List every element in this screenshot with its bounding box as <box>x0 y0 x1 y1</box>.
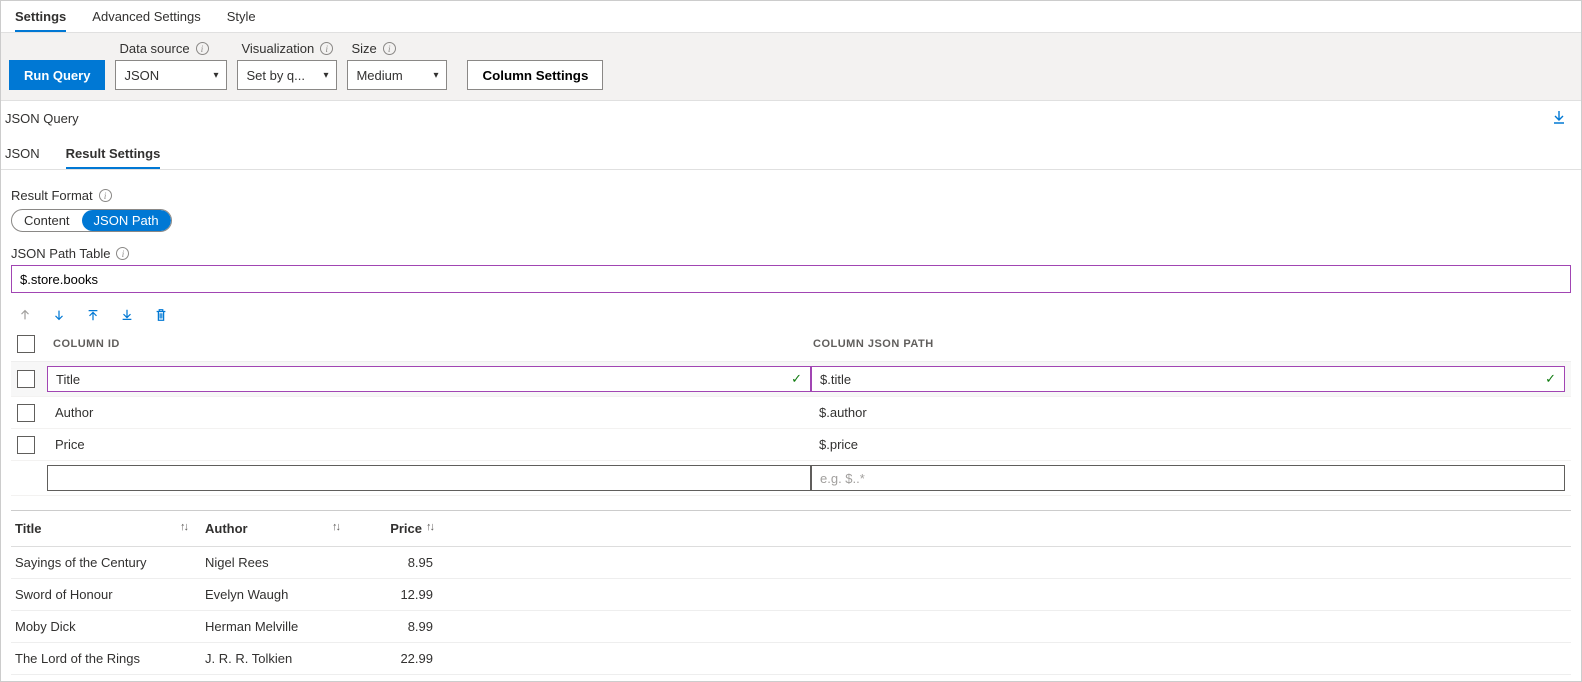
table-row: Sayings of the Century Nigel Rees 8.95 <box>11 547 1571 579</box>
cell-title: The Lord of the Rings <box>15 651 205 666</box>
column-id-cell[interactable]: Price <box>47 437 85 452</box>
column-id-input[interactable]: Title ✓ <box>47 366 811 392</box>
data-source-select[interactable]: JSON ▾ <box>115 60 227 90</box>
coldef-header: COLUMN ID COLUMN JSON PATH <box>11 327 1571 362</box>
result-format-label: Result Format i <box>11 188 1571 203</box>
cell-title: Sayings of the Century <box>15 555 205 570</box>
row-checkbox[interactable] <box>17 436 35 454</box>
column-path-header: COLUMN JSON PATH <box>813 338 934 350</box>
data-source-label: Data source i <box>115 41 227 56</box>
check-icon: ✓ <box>791 371 802 387</box>
chevron-down-icon: ▾ <box>323 70 328 81</box>
tab-settings[interactable]: Settings <box>15 1 66 32</box>
run-query-button[interactable]: Run Query <box>9 60 105 90</box>
cell-author: Nigel Rees <box>205 555 353 570</box>
cell-price: 8.95 <box>353 555 433 570</box>
sub-tab-json[interactable]: JSON <box>5 146 40 169</box>
info-icon[interactable]: i <box>320 42 333 55</box>
cell-author: Herman Melville <box>205 619 353 634</box>
chevron-down-icon: ▾ <box>213 70 218 81</box>
result-format-json-path[interactable]: JSON Path <box>82 210 171 231</box>
table-row: Moby Dick Herman Melville 8.99 <box>11 611 1571 643</box>
table-row: Sword of Honour Evelyn Waugh 12.99 <box>11 579 1571 611</box>
cell-title: Sword of Honour <box>15 587 205 602</box>
size-select[interactable]: Medium ▾ <box>347 60 447 90</box>
select-all-checkbox[interactable] <box>17 335 35 353</box>
move-down-icon[interactable] <box>51 307 67 323</box>
delete-icon[interactable] <box>153 307 169 323</box>
sort-icon: ↑↓ <box>332 521 339 536</box>
cell-author: J. R. R. Tolkien <box>205 651 353 666</box>
download-icon[interactable] <box>1551 109 1567 128</box>
json-path-table-input[interactable] <box>11 265 1571 293</box>
move-to-bottom-icon[interactable] <box>119 307 135 323</box>
column-id-cell[interactable]: Author <box>47 405 93 420</box>
visualization-label: Visualization i <box>237 41 337 56</box>
column-path-cell[interactable]: $.author <box>811 405 867 420</box>
new-column-id-input[interactable] <box>47 465 811 491</box>
coldef-row: Author $.author <box>11 397 1571 429</box>
info-icon[interactable]: i <box>383 42 396 55</box>
cell-title: Moby Dick <box>15 619 205 634</box>
sort-icon: ↑↓ <box>180 521 187 536</box>
check-icon: ✓ <box>1545 371 1556 387</box>
results-table: Title↑↓ Author↑↓ Price↑↓ Sayings of the … <box>11 510 1571 675</box>
cell-author: Evelyn Waugh <box>205 587 353 602</box>
results-header-author[interactable]: Author↑↓ <box>205 521 353 536</box>
results-header-title[interactable]: Title↑↓ <box>15 521 205 536</box>
row-checkbox[interactable] <box>17 370 35 388</box>
result-format-content[interactable]: Content <box>12 210 82 231</box>
table-row: The Lord of the Rings J. R. R. Tolkien 2… <box>11 643 1571 675</box>
coldef-new-row <box>11 461 1571 496</box>
results-header-price[interactable]: Price↑↓ <box>353 521 433 536</box>
cell-price: 22.99 <box>353 651 433 666</box>
results-header: Title↑↓ Author↑↓ Price↑↓ <box>11 511 1571 547</box>
tab-style[interactable]: Style <box>227 1 256 32</box>
toolbar: Run Query Data source i JSON ▾ Visualiza… <box>1 33 1581 101</box>
info-icon[interactable]: i <box>116 247 129 260</box>
section-title: JSON Query <box>5 111 79 126</box>
row-checkbox[interactable] <box>17 404 35 422</box>
sort-icon: ↑↓ <box>426 521 433 536</box>
info-icon[interactable]: i <box>196 42 209 55</box>
coldef-row: Price $.price <box>11 429 1571 461</box>
visualization-select[interactable]: Set by q... ▾ <box>237 60 337 90</box>
column-path-cell[interactable]: $.price <box>811 437 858 452</box>
top-tabs: Settings Advanced Settings Style <box>1 1 1581 33</box>
json-path-table-label: JSON Path Table i <box>11 246 1571 261</box>
tab-advanced-settings[interactable]: Advanced Settings <box>92 1 200 32</box>
chevron-down-icon: ▾ <box>433 70 438 81</box>
column-toolbar <box>11 293 1571 327</box>
coldef-row: Title ✓ $.title ✓ <box>11 362 1571 397</box>
cell-price: 12.99 <box>353 587 433 602</box>
move-to-top-icon[interactable] <box>85 307 101 323</box>
size-label: Size i <box>347 41 447 56</box>
column-id-header: COLUMN ID <box>53 338 813 350</box>
new-column-path-input[interactable] <box>811 465 1565 491</box>
sub-tab-result-settings[interactable]: Result Settings <box>66 146 161 169</box>
cell-price: 8.99 <box>353 619 433 634</box>
result-format-toggle: Content JSON Path <box>11 209 172 232</box>
column-path-input[interactable]: $.title ✓ <box>811 366 1565 392</box>
info-icon[interactable]: i <box>99 189 112 202</box>
move-up-icon[interactable] <box>17 307 33 323</box>
column-settings-button[interactable]: Column Settings <box>467 60 603 90</box>
sub-tabs: JSON Result Settings <box>1 132 1581 170</box>
section-header: JSON Query <box>1 101 1581 132</box>
